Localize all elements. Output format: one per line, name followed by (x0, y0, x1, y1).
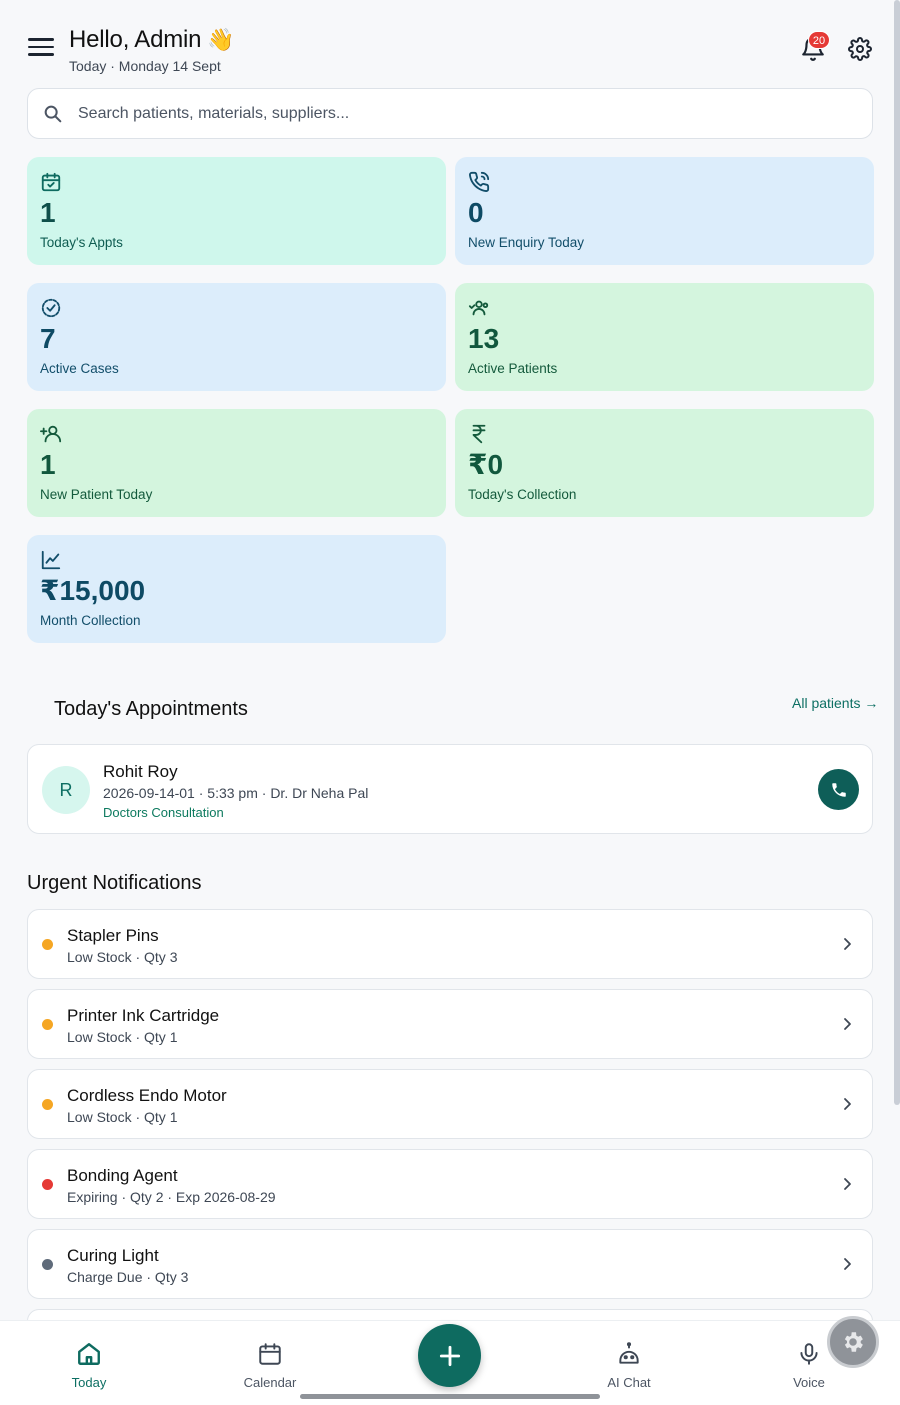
stat-card-todays-collection[interactable]: ₹0 Today's Collection (455, 409, 874, 517)
notification-subtitle: Charge Due · Qty 3 (67, 1269, 189, 1285)
nav-label: AI Chat (607, 1375, 651, 1390)
floating-settings-button[interactable] (827, 1316, 879, 1368)
appointment-meta: 2026-09-14-01 · 5:33 pm · Dr. Dr Neha Pa… (103, 785, 369, 801)
notification-item[interactable]: Cordless Endo Motor Low Stock · Qty 1 (27, 1069, 873, 1139)
all-patients-link[interactable]: All patients → (792, 695, 878, 711)
stat-value: ₹0 (468, 449, 504, 480)
robot-icon (619, 1342, 639, 1364)
gear-icon (844, 1332, 863, 1352)
phone-icon (831, 782, 846, 797)
chevron-right-icon (844, 938, 851, 950)
scrollbar[interactable] (894, 0, 900, 1105)
nav-label: Today (71, 1375, 107, 1390)
notification-title: Bonding Agent (67, 1166, 178, 1185)
notification-item[interactable]: Stapler Pins Low Stock · Qty 3 (27, 909, 873, 979)
stat-label: Active Patients (468, 361, 558, 376)
home-icon (78, 1343, 100, 1365)
notification-subtitle: Low Stock · Qty 1 (67, 1029, 178, 1045)
search-input[interactable] (78, 104, 872, 123)
phone-call-icon (469, 171, 490, 192)
badge-check-icon (41, 298, 61, 318)
gear-icon[interactable] (848, 37, 872, 61)
notification-title: Stapler Pins (67, 926, 159, 945)
status-dot (42, 939, 53, 950)
nav-label: Voice (793, 1375, 825, 1390)
appointment-card[interactable]: R Rohit Roy 2026-09-14-01 · 5:33 pm · Dr… (27, 744, 873, 834)
avatar: R (42, 766, 90, 814)
home-indicator (300, 1394, 600, 1399)
microphone-icon (800, 1343, 818, 1365)
chevron-right-icon (844, 1178, 851, 1190)
plus-icon (439, 1345, 460, 1366)
notification-item[interactable]: Printer Ink Cartridge Low Stock · Qty 1 (27, 989, 873, 1059)
chevron-right-icon (844, 1258, 851, 1270)
stat-card-new-patient[interactable]: 1 New Patient Today (27, 409, 446, 517)
stat-value: 1 (40, 197, 56, 228)
stat-label: Active Cases (40, 361, 119, 376)
appointment-type: Doctors Consultation (103, 805, 224, 820)
greeting-text: Hello, Admin (69, 26, 202, 53)
notification-subtitle: Low Stock · Qty 3 (67, 949, 178, 965)
stat-value: 7 (40, 323, 56, 354)
header: Hello, Admin 👋 Today · Monday 14 Sept 20 (0, 0, 900, 86)
stat-value: 0 (468, 197, 484, 228)
notification-title: Curing Light (67, 1246, 159, 1265)
appointments-title: Today's Appointments (54, 698, 248, 720)
stat-card-todays-appts[interactable]: 1 Today's Appts (27, 157, 446, 265)
stat-label: Today's Collection (468, 487, 577, 502)
notifications-title: Urgent Notifications (27, 872, 202, 894)
chevron-right-icon (844, 1018, 851, 1030)
nav-ai-chat[interactable]: AI Chat (584, 1341, 674, 1390)
status-dot (42, 1099, 53, 1110)
stat-label: Today's Appts (40, 235, 123, 250)
users-icon (468, 300, 489, 316)
status-dot (42, 1259, 53, 1270)
add-button[interactable] (418, 1324, 481, 1387)
search-icon (44, 105, 62, 122)
notification-title: Cordless Endo Motor (67, 1086, 227, 1105)
notification-badge: 20 (808, 31, 830, 49)
stat-card-active-cases[interactable]: 7 Active Cases (27, 283, 446, 391)
notification-subtitle: Low Stock · Qty 1 (67, 1109, 178, 1125)
nav-calendar[interactable]: Calendar (225, 1341, 315, 1390)
date-subtitle: Today · Monday 14 Sept (69, 58, 221, 74)
calendar-check-icon (41, 172, 61, 192)
stat-value: ₹15,000 (40, 575, 146, 606)
chevron-right-icon (844, 1098, 851, 1110)
stat-label: New Enquiry Today (468, 235, 585, 250)
notification-title: Printer Ink Cartridge (67, 1006, 220, 1025)
page-title: Hello, Admin 👋 (69, 26, 235, 54)
stat-label: New Patient Today (40, 487, 153, 502)
nav-label: Calendar (243, 1375, 297, 1390)
status-dot (42, 1019, 53, 1030)
call-button[interactable] (818, 769, 859, 810)
stat-card-active-patients[interactable]: 13 Active Patients (455, 283, 874, 391)
wave-icon: 👋 (207, 27, 235, 52)
patient-name: Rohit Roy (103, 762, 178, 781)
stat-card-new-enquiry[interactable]: 0 New Enquiry Today (455, 157, 874, 265)
user-plus-icon (40, 425, 62, 443)
search-bar[interactable] (27, 88, 873, 139)
stat-card-month-collection[interactable]: ₹15,000 Month Collection (27, 535, 446, 643)
stat-value: 13 (468, 323, 500, 354)
nav-today[interactable]: Today (44, 1341, 134, 1390)
stat-label: Month Collection (40, 613, 141, 628)
notification-item[interactable]: Curing Light Charge Due · Qty 3 (27, 1229, 873, 1299)
notification-subtitle: Expiring · Qty 2 · Exp 2026-08-29 (67, 1189, 276, 1205)
stat-value: 1 (40, 449, 56, 480)
calendar-icon (259, 1343, 281, 1365)
line-chart-icon (41, 550, 61, 570)
menu-icon[interactable] (28, 38, 54, 60)
rupee-icon (472, 424, 486, 444)
status-dot (42, 1179, 53, 1190)
notification-item[interactable]: Bonding Agent Expiring · Qty 2 · Exp 202… (27, 1149, 873, 1219)
